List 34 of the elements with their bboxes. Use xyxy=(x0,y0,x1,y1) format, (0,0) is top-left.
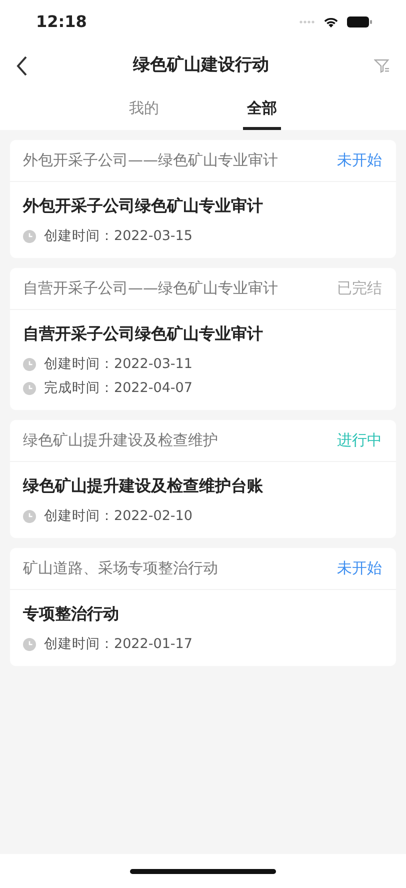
task-card[interactable]: 自营开采子公司——绿色矿山专业审计 已完结 自营开采子公司绿色矿山专业审计 创建时间：2022-03-11 完成时间：2022-04-07 xyxy=(10,268,396,410)
task-card[interactable]: 外包开采子公司——绿色矿山专业审计 未开始 外包开采子公司绿色矿山专业审计 创建时间：2022-03-15 xyxy=(10,140,396,258)
group-name: 外包开采子公司——绿色矿山专业审计 xyxy=(23,150,278,172)
wifi-icon xyxy=(323,16,339,28)
date-text: 创建时间：2022-01-17 xyxy=(44,634,192,654)
task-card[interactable]: 矿山道路、采场专项整治行动 未开始 专项整治行动 创建时间：2022-01-17 xyxy=(10,548,396,666)
tab[interactable]: 全部 xyxy=(243,90,281,130)
tab[interactable]: 我的 xyxy=(125,90,163,130)
status-label: 未开始 xyxy=(337,558,382,580)
back-icon[interactable] xyxy=(16,56,28,76)
clock-icon xyxy=(23,638,36,650)
date-text: 创建时间：2022-03-11 xyxy=(44,354,192,374)
task-title: 绿色矿山提升建设及检查维护台账 xyxy=(23,475,264,497)
clock: 12:18 xyxy=(36,11,87,33)
date-text: 创建时间：2022-02-10 xyxy=(44,506,192,526)
group-name: 绿色矿山提升建设及检查维护 xyxy=(23,430,218,452)
clock-icon xyxy=(23,358,36,370)
page-title: 绿色矿山建设行动 xyxy=(133,54,269,78)
status-label: 进行中 xyxy=(337,430,382,452)
date-text: 创建时间：2022-03-15 xyxy=(44,226,192,246)
task-title: 外包开采子公司绿色矿山专业审计 xyxy=(23,195,264,217)
status-label: 未开始 xyxy=(337,150,382,172)
clock-icon xyxy=(23,510,36,522)
clock-icon xyxy=(23,382,36,394)
signal-icon xyxy=(299,20,315,24)
date-text: 完成时间：2022-04-07 xyxy=(44,378,192,398)
task-title: 自营开采子公司绿色矿山专业审计 xyxy=(23,323,264,345)
task-title: 专项整治行动 xyxy=(23,603,120,625)
task-card[interactable]: 绿色矿山提升建设及检查维护 进行中 绿色矿山提升建设及检查维护台账 创建时间：2022-02-10 xyxy=(10,420,396,538)
group-name: 自营开采子公司——绿色矿山专业审计 xyxy=(23,278,278,300)
group-name: 矿山道路、采场专项整治行动 xyxy=(23,558,218,580)
status-label: 已完结 xyxy=(337,278,382,300)
clock-icon xyxy=(23,230,36,242)
battery-icon xyxy=(347,16,372,28)
